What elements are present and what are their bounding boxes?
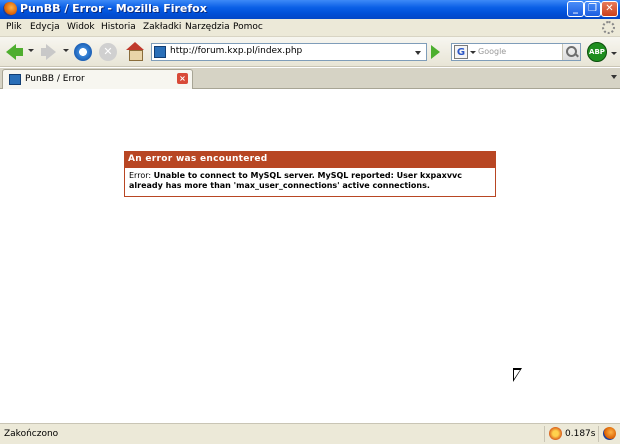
browser-window: PunBB / Error - Mozilla Firefox _ ❐ ✕ Pl… (0, 0, 620, 444)
menu-bar: Plik Edycja Widok Historia Zakładki Narz… (0, 19, 620, 37)
throbber-icon (602, 21, 615, 34)
error-prefix: Error: (129, 171, 152, 180)
menu-edycja[interactable]: Edycja (30, 22, 60, 32)
forward-button[interactable] (38, 41, 58, 63)
search-bar[interactable]: G Google (451, 43, 581, 61)
adblock-dropdown[interactable] (611, 52, 617, 55)
reload-button[interactable] (74, 41, 94, 63)
close-tab-button[interactable]: × (177, 73, 188, 84)
status-separator (544, 426, 545, 442)
status-text: Zakończono (4, 429, 59, 439)
search-engine-dropdown[interactable] (470, 51, 476, 54)
back-button[interactable] (4, 41, 24, 63)
error-box: An error was encountered Error: Unable t… (124, 151, 496, 197)
search-input[interactable]: Google (478, 47, 506, 56)
adblock-plus-button[interactable]: ABP (587, 42, 607, 62)
stop-button[interactable]: ✕ (99, 41, 119, 63)
tab-label: PunBB / Error (25, 74, 85, 84)
firefox-icon (3, 2, 17, 16)
go-button[interactable] (428, 45, 442, 59)
forward-history-dropdown[interactable] (63, 49, 69, 52)
home-button[interactable] (125, 41, 145, 63)
menu-pomoc[interactable]: Pomoc (233, 22, 263, 32)
error-body: Error: Unable to connect to MySQL server… (125, 168, 495, 191)
tab-list-dropdown[interactable] (611, 75, 617, 79)
menu-widok[interactable]: Widok (67, 22, 95, 32)
menu-plik[interactable]: Plik (6, 22, 22, 32)
site-favicon-icon (154, 46, 166, 58)
url-bar[interactable]: http://forum.kxp.pl/index.php (151, 43, 427, 61)
search-engine-icon[interactable]: G (454, 45, 468, 59)
status-separator (598, 426, 599, 442)
menu-zakladki[interactable]: Zakładki (143, 22, 181, 32)
minimize-button[interactable]: _ (567, 1, 584, 17)
page-content: An error was encountered Error: Unable t… (0, 90, 620, 423)
back-history-dropdown[interactable] (28, 49, 34, 52)
menu-historia[interactable]: Historia (101, 22, 136, 32)
menu-narzedzia[interactable]: Narzędzia (185, 22, 230, 32)
window-title: PunBB / Error - Mozilla Firefox (20, 2, 207, 15)
firefox-status-icon[interactable] (603, 427, 616, 440)
error-message: Unable to connect to MySQL server. MySQL… (129, 171, 462, 190)
url-text[interactable]: http://forum.kxp.pl/index.php (170, 46, 302, 56)
close-window-button[interactable]: ✕ (601, 1, 618, 17)
navigation-toolbar: ✕ http://forum.kxp.pl/index.php G Google… (0, 37, 620, 67)
tab-punbb-error[interactable]: PunBB / Error × (2, 69, 193, 89)
maximize-button[interactable]: ❐ (584, 1, 601, 17)
tab-favicon-icon (9, 74, 21, 85)
title-bar: PunBB / Error - Mozilla Firefox _ ❐ ✕ (0, 0, 620, 19)
load-time: 0.187s (565, 429, 596, 439)
firebug-icon[interactable] (549, 427, 562, 440)
status-bar: Zakończono 0.187s (0, 423, 620, 444)
error-heading: An error was encountered (125, 152, 495, 168)
url-history-dropdown[interactable] (412, 46, 424, 58)
stop-icon: ✕ (99, 43, 117, 61)
tab-bar: PunBB / Error × (0, 68, 620, 89)
reload-icon (74, 43, 92, 61)
search-button[interactable] (562, 44, 580, 60)
